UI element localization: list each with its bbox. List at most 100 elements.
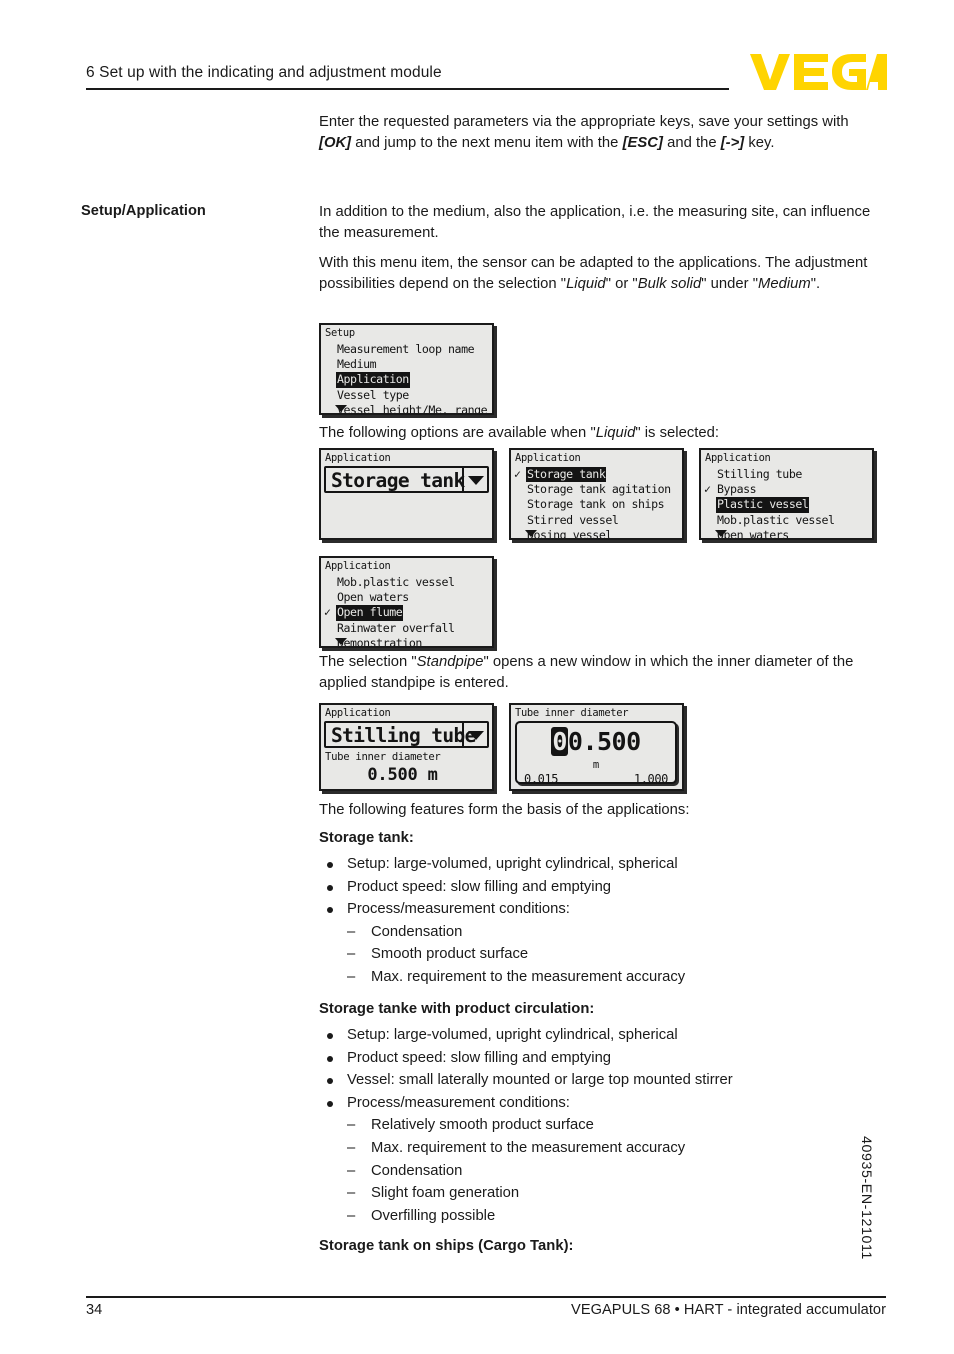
lcd-menu-item-label: Plastic vessel bbox=[716, 497, 810, 513]
intro-text-4: key. bbox=[744, 135, 775, 152]
lcd-menu-item[interactable]: Open waters bbox=[321, 590, 492, 605]
bullet-list: Setup: large-volumed, upright cylindrica… bbox=[319, 853, 875, 921]
lcd-menu-item[interactable]: Measurement loop name bbox=[321, 342, 492, 357]
lcd-menu-item-label: Bypass bbox=[717, 482, 757, 497]
adjust-italic-bulk-solid: Bulk solid bbox=[637, 276, 702, 293]
lcd-menu-item[interactable]: Mob.plastic vessel bbox=[701, 513, 872, 528]
lcd-menu-item-selected[interactable]: Application bbox=[321, 372, 492, 388]
scroll-down-arrow-icon bbox=[335, 638, 347, 645]
lcd-title: Tube inner diameter bbox=[515, 707, 629, 719]
lcd-title: Application bbox=[325, 707, 391, 719]
intro-text-3: and the bbox=[662, 135, 721, 152]
lcd-numeric-value[interactable]: 00.500 bbox=[517, 727, 675, 756]
lcd-title: Application bbox=[515, 452, 581, 464]
intro-paragraph-block: Enter the requested parameters via the a… bbox=[319, 112, 875, 154]
lcd-entry-frame: 00.500 m 0.015 1.000 bbox=[515, 721, 677, 786]
intro-text-1: Enter the requested parameters via the a… bbox=[319, 114, 849, 130]
margin-label-setup-application: Setup/Application bbox=[81, 203, 206, 219]
lcd-menu-item-selected[interactable]: ✓ Storage tank bbox=[511, 467, 682, 483]
section-storage-tank-ships: Storage tank on ships (Cargo Tank): bbox=[319, 1238, 875, 1254]
chapter-title: 6 Set up with the indicating and adjustm… bbox=[86, 64, 442, 81]
lcd-menu-item-label: Storage tank bbox=[526, 467, 607, 483]
list-item: Overfilling possible bbox=[319, 1205, 875, 1228]
list-item: Max. requirement to the measurement accu… bbox=[319, 966, 875, 989]
document-code: 40935-EN-121011 bbox=[858, 1136, 874, 1260]
lcd-cursor-digit: 0 bbox=[551, 727, 568, 756]
adjust-paragraph: With this menu item, the sensor can be a… bbox=[319, 253, 875, 295]
adjust-italic-medium: Medium bbox=[758, 276, 811, 293]
adjust-text-4: ". bbox=[810, 276, 821, 293]
lcd-menu-item-label: Open waters bbox=[717, 527, 789, 540]
lcd-menu-item[interactable]: Storage tank agitation bbox=[511, 482, 682, 497]
lcd-menu-item-selected[interactable]: ✓ Open flume bbox=[321, 605, 492, 621]
slider-thumb[interactable] bbox=[592, 789, 600, 791]
lcd-menu-item-label: Medium bbox=[337, 357, 377, 372]
lcd-unit-label: m bbox=[592, 759, 600, 771]
lcd-menu-item-label: Vessel type bbox=[337, 387, 409, 402]
intro-text-2: and jump to the next menu item with the bbox=[351, 135, 623, 152]
lcd-combo-value: Stilling tube bbox=[331, 724, 476, 747]
lcd-application-list-2: Application Stilling tube ✓ Bypass Plasti… bbox=[699, 448, 874, 540]
options-liquid-block: The following options are available when… bbox=[319, 423, 875, 444]
scroll-down-arrow-icon bbox=[525, 530, 537, 537]
list-item: Condensation bbox=[319, 1160, 875, 1183]
list-item: Product speed: slow filling and emptying bbox=[319, 1047, 875, 1070]
lcd-menu-item-label: Mob.plastic vessel bbox=[717, 512, 835, 527]
lcd-diameter-entry: Tube inner diameter 00.500 m 0.015 1.000 bbox=[509, 703, 684, 791]
chevron-down-icon[interactable] bbox=[462, 468, 487, 491]
vega-logo bbox=[750, 52, 887, 92]
section-heading: Storage tank: bbox=[319, 830, 414, 846]
key-esc: [ESC] bbox=[622, 135, 663, 152]
list-item: Process/measurement conditions: bbox=[319, 898, 875, 921]
adjust-paragraph-block: With this menu item, the sensor can be a… bbox=[319, 253, 875, 295]
page-header: 6 Set up with the indicating and adjustm… bbox=[86, 54, 887, 102]
header-divider bbox=[86, 88, 729, 90]
lcd-range-max: 1.000 bbox=[633, 772, 669, 786]
footer-product-title: VEGAPULS 68 • HART - integrated accumula… bbox=[571, 1302, 886, 1318]
list-item: Vessel: small laterally mounted or large… bbox=[319, 1069, 875, 1092]
lcd-menu-item-label: Measurement loop name bbox=[337, 342, 475, 356]
lcd-combo-box[interactable]: Storage tank bbox=[324, 466, 489, 493]
scroll-down-arrow-icon bbox=[335, 405, 347, 412]
list-item: Setup: large-volumed, upright cylindrica… bbox=[319, 853, 875, 876]
lcd-application-selected: Application Storage tank bbox=[319, 448, 494, 540]
standpipe-text-1: The selection " bbox=[319, 654, 417, 670]
list-item: Process/measurement conditions: bbox=[319, 1092, 875, 1115]
lcd-menu-item-label: Mob.plastic vessel bbox=[337, 575, 455, 589]
lcd-menu-item[interactable]: Medium bbox=[321, 357, 492, 372]
lcd-menu-item[interactable]: Rainwater overfall bbox=[321, 621, 492, 636]
section-heading: Storage tank on ships (Cargo Tank): bbox=[319, 1238, 574, 1254]
lcd-title: Application bbox=[325, 452, 391, 464]
features-paragraph: The following features form the basis of… bbox=[319, 802, 690, 818]
lcd-menu-item[interactable]: Storage tank on ships bbox=[511, 497, 682, 512]
lcd-menu-item[interactable]: Vessel type bbox=[321, 388, 492, 403]
section-heading: Storage tanke with product circulation: bbox=[319, 1001, 595, 1017]
list-item: Relatively smooth product surface bbox=[319, 1114, 875, 1137]
lcd-menu-item[interactable]: Stilling tube bbox=[701, 467, 872, 482]
lcd-menu-item[interactable]: Stirred vessel bbox=[511, 513, 682, 528]
lcd-value-rest: 0.500 bbox=[567, 727, 641, 756]
key-next: [->] bbox=[720, 135, 745, 152]
lcd-range-labels: 0.015 1.000 bbox=[524, 772, 668, 786]
lcd-menu-item[interactable]: ✓ Bypass bbox=[701, 482, 872, 497]
lcd-menu-item[interactable]: Mob.plastic vessel bbox=[321, 575, 492, 590]
lcd-menu-item-label: Rainwater overfall bbox=[337, 620, 455, 635]
lcd-menu-item-label: Stirred vessel bbox=[527, 512, 619, 527]
lcd-stilling-tube: Application Stilling tube Tube inner dia… bbox=[319, 703, 494, 791]
standpipe-paragraph: The selection "Standpipe" opens a new wi… bbox=[319, 652, 875, 694]
sub-bullet-list: Condensation Smooth product surface Max.… bbox=[319, 921, 875, 989]
lcd-menu-item-selected[interactable]: Plastic vessel bbox=[701, 497, 872, 513]
chevron-down-icon[interactable] bbox=[462, 723, 487, 746]
sub-bullet-list: Relatively smooth product surface Max. r… bbox=[319, 1114, 875, 1227]
adjust-italic-liquid: Liquid bbox=[566, 276, 606, 293]
lcd-sub-label: Tube inner diameter bbox=[325, 751, 441, 763]
lcd-application-list-1: Application ✓ Storage tank Storage tank a… bbox=[509, 448, 684, 540]
lcd-title: Setup bbox=[325, 327, 355, 339]
list-item: Condensation bbox=[319, 921, 875, 944]
checkmark-icon: ✓ bbox=[324, 605, 331, 620]
lcd-menu-item-label: Storage tank agitation bbox=[527, 482, 671, 497]
list-item: Max. requirement to the measurement accu… bbox=[319, 1137, 875, 1160]
lcd-setup-menu: Setup Measurement loop name Medium Appli… bbox=[319, 323, 494, 415]
lcd-combo-box[interactable]: Stilling tube bbox=[324, 721, 489, 748]
checkmark-icon: ✓ bbox=[704, 482, 711, 497]
